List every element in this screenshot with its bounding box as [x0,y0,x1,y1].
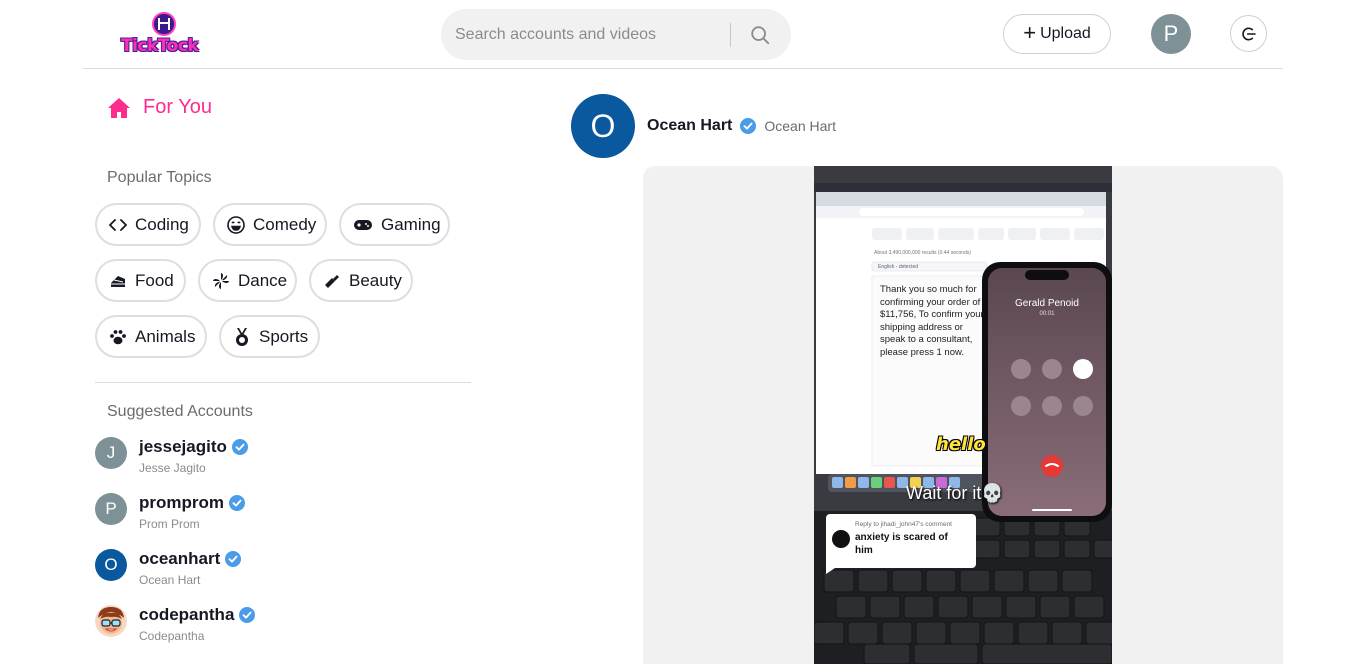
account-username-row: codepantha [139,605,256,625]
topic-beauty[interactable]: Beauty [309,259,413,302]
caption-hello: hello [936,434,986,455]
post-author-avatar[interactable]: O [571,94,635,158]
topic-label: Food [135,270,174,290]
account-username-row: promprom [139,493,245,513]
post-author-username[interactable]: Ocean Hart [647,117,732,135]
user-avatar[interactable]: P [1151,14,1191,54]
verified-icon [229,495,245,511]
topic-animals[interactable]: Animals [95,315,207,358]
logo-mark-icon [152,12,176,36]
suggested-account-oceanhart[interactable]: O oceanhart Ocean Hart [95,549,425,595]
account-display-name: Codepantha [139,629,205,643]
reply-comment: anxiety is scared of him [855,532,948,556]
nav-for-you[interactable]: For You [107,96,212,119]
topic-comedy[interactable]: Comedy [213,203,327,246]
account-username: promprom [139,493,224,512]
topic-label: Coding [135,214,189,234]
account-username-row: oceanhart [139,549,242,569]
code-icon [109,215,127,235]
video-frame [814,166,1112,664]
topic-dance[interactable]: Dance [198,259,297,302]
topic-label: Beauty [349,270,402,290]
call-timer: 00:01 [1039,311,1055,317]
avatar: J [95,437,127,469]
for-you-label: For You [143,96,212,118]
cartoon-avatar-icon [95,605,127,637]
topic-label: Dance [238,270,288,290]
caption-wait-for-it: Wait for it💀 [906,483,1004,503]
cake-icon [109,271,127,291]
upload-label: Upload [1040,25,1091,42]
account-display-name: Ocean Hart [139,573,201,587]
topic-label: Animals [135,326,196,346]
sidebar-divider [95,382,471,383]
search-results-count: About 3,490,000,000 results (0.44 second… [874,250,972,256]
verified-icon [740,118,757,134]
pinwheel-icon [212,271,230,291]
translated-text: Thank you so much for confirming your or… [880,284,984,358]
account-display-name: Prom Prom [139,517,200,531]
logout-button[interactable] [1230,15,1267,52]
logo-text: TickTock [121,36,199,56]
avatar: O [95,549,127,581]
search-icon [751,26,770,45]
post-author-row: Ocean Hart Ocean Hart [647,117,836,135]
verified-icon [239,607,256,623]
home-icon [108,97,130,118]
search-bar [441,9,791,60]
topic-label: Sports [259,326,309,346]
topic-sports[interactable]: Sports [219,315,320,358]
verified-icon [225,551,242,567]
reply-header: Reply to jihadi_john47's comment [855,521,952,528]
account-username: codepantha [139,605,235,624]
upload-button[interactable]: + Upload [1003,14,1111,54]
account-username: oceanhart [139,549,221,568]
topic-coding[interactable]: Coding [95,203,201,246]
top-header: TickTock + Upload P [83,0,1283,69]
lipstick-icon [323,271,341,291]
search-input[interactable] [455,9,725,60]
avatar: P [95,493,127,525]
verified-icon [231,439,248,455]
post-author-name: Ocean Hart [764,118,836,134]
topic-label: Comedy [253,214,317,234]
caller-name: Gerald Penoid [1015,298,1079,309]
logo[interactable]: TickTock [121,12,211,58]
medal-icon [233,327,251,347]
language-dropdown: English - detected [878,264,919,270]
topic-label: Gaming [381,214,441,234]
account-username-row: jessejagito [139,437,248,457]
video-player[interactable]: Thank you so much for confirming your or… [814,166,1112,664]
topic-food[interactable]: Food [95,259,186,302]
search-button[interactable] [741,16,779,54]
suggested-account-codepantha[interactable]: codepantha Codepantha [95,605,425,651]
logout-icon [1241,27,1256,40]
gamepad-icon [353,215,373,235]
account-username: jessejagito [139,437,227,456]
account-display-name: Jesse Jagito [139,461,206,475]
topic-gaming[interactable]: Gaming [339,203,450,246]
paw-icon [109,327,127,347]
suggested-account-promprom[interactable]: P promprom Prom Prom [95,493,425,539]
plus-icon: + [1023,20,1037,45]
search-divider [730,23,731,47]
laughing-face-icon [227,215,245,235]
suggested-accounts-title: Suggested Accounts [107,403,253,420]
suggested-account-jessejagito[interactable]: J jessejagito Jesse Jagito [95,437,425,483]
popular-topics-title: Popular Topics [107,169,212,186]
